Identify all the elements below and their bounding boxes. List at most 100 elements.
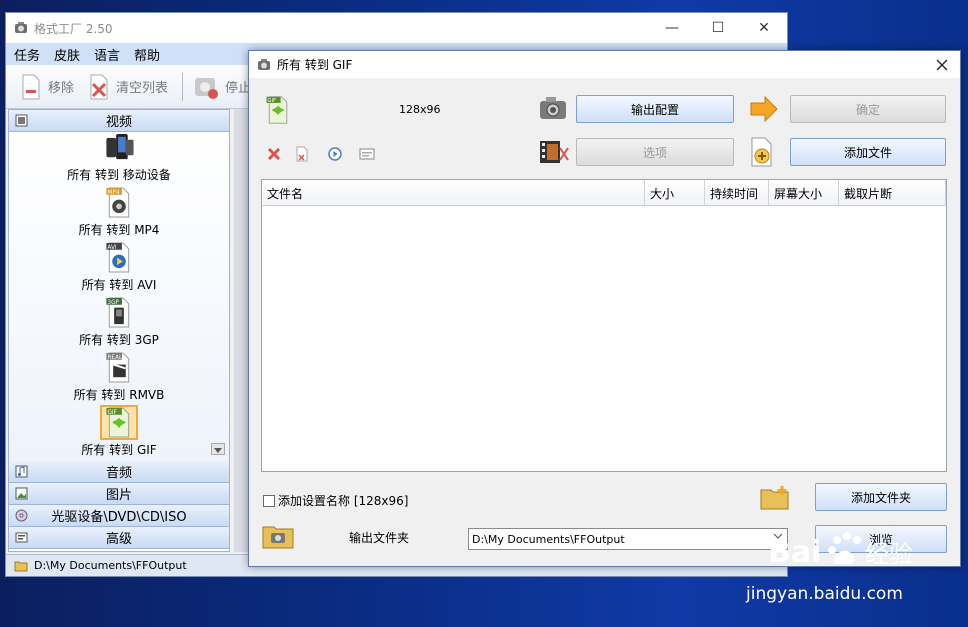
- format-item-gif[interactable]: GIF 所有 转到 GIF: [9, 405, 229, 461]
- output-folder-label: 输出文件夹: [349, 531, 410, 545]
- menu-language[interactable]: 语言: [94, 45, 120, 64]
- status-output-path: D:\My Documents\FFOutput: [34, 559, 187, 572]
- format-item-mobile[interactable]: 所有 转到 移动设备: [9, 132, 229, 187]
- menu-task[interactable]: 任务: [14, 45, 40, 64]
- category-rom[interactable]: 光驱设备\DVD\CD\ISO: [9, 505, 229, 527]
- remove-button[interactable]: 移除: [20, 74, 74, 100]
- remove-icon: [22, 74, 40, 99]
- category-audio[interactable]: 音频: [9, 461, 229, 483]
- window-title: 格式工厂 2.50: [34, 21, 113, 36]
- video-options-icon: [540, 141, 569, 163]
- dialog-title: 所有 转到 GIF: [277, 58, 353, 72]
- clear-icon[interactable]: [295, 146, 309, 162]
- output-size-text: 128x96: [399, 103, 441, 116]
- video-format-list: 所有 转到 移动设备 MP4 所有 转到 MP4 AVI 所有 转到 AVI 3…: [9, 132, 229, 461]
- media-info-icon[interactable]: [359, 147, 375, 161]
- advanced-category-icon: [15, 532, 28, 543]
- clear-list-icon: [90, 74, 108, 99]
- column-size[interactable]: 大小: [645, 180, 705, 206]
- checkbox-box[interactable]: [263, 494, 275, 507]
- category-audio-label: 音频: [105, 466, 132, 481]
- convert-dialog: 所有 转到 GIF GIF 128x96 输出配置 确定 选项 添加文件 文件名…: [248, 50, 961, 567]
- camera-settings-icon: [540, 97, 566, 119]
- clear-list-label: 清空列表: [116, 81, 169, 96]
- scroll-down-button[interactable]: [211, 443, 225, 455]
- close-icon: [936, 59, 948, 70]
- format-item-label: 所有 转到 RMVB: [73, 388, 165, 402]
- column-screen-size[interactable]: 屏幕大小: [769, 180, 839, 206]
- baidu-watermark: Bai 经验 jingyan.baidu.com: [738, 520, 968, 620]
- output-config-button[interactable]: 输出配置: [576, 95, 734, 123]
- column-duration[interactable]: 持续时间: [705, 180, 769, 206]
- format-item-mp4[interactable]: MP4 所有 转到 MP4: [9, 187, 229, 242]
- folder-icon: [14, 561, 28, 571]
- gif-format-icon: GIF: [266, 96, 288, 124]
- format-item-rmvb[interactable]: REAL 所有 转到 RMVB: [9, 352, 229, 407]
- format-item-3gp[interactable]: 3GP 所有 转到 3GP: [9, 297, 229, 352]
- delete-icon[interactable]: [267, 147, 281, 161]
- mobile-device-icon: [106, 133, 134, 160]
- category-advanced[interactable]: 高级: [9, 527, 229, 549]
- watermark-site: jingyan.baidu.com: [746, 584, 903, 604]
- category-video-label: 视频: [105, 115, 132, 130]
- add-file-button[interactable]: 添加文件: [790, 138, 946, 166]
- video-category-icon: [15, 114, 28, 127]
- dialog-titlebar[interactable]: 所有 转到 GIF: [249, 51, 960, 78]
- rmvb-badge-text: REAL: [107, 355, 123, 361]
- stop-button[interactable]: 停止: [193, 74, 251, 100]
- disc-icon: [15, 509, 28, 522]
- stop-icon: [195, 77, 219, 99]
- format-item-label: 所有 转到 3GP: [79, 333, 159, 347]
- baidu-brand-text: Bai: [768, 535, 821, 570]
- category-rom-label: 光驱设备\DVD\CD\ISO: [51, 510, 187, 525]
- add-setting-name-label: 添加设置名称 [128x96]: [278, 494, 409, 508]
- main-titlebar[interactable]: 格式工厂 2.50 — ☐ ✕: [6, 13, 787, 43]
- menu-skin[interactable]: 皮肤: [54, 45, 80, 64]
- 3gp-icon: 3GP: [106, 297, 130, 328]
- add-folder-button[interactable]: 添加文件夹: [815, 483, 947, 511]
- format-factory-icon: [15, 22, 27, 33]
- category-sidebar: 视频 所有 转到 移动设备 MP4 所有 转到 MP4 AVI 所有 转到 AV…: [8, 109, 230, 552]
- arrow-right-icon: [750, 95, 778, 123]
- picture-category-icon: [15, 487, 28, 500]
- gif-badge-text: GIF: [107, 410, 117, 416]
- play-preview-icon[interactable]: [327, 146, 343, 162]
- baidu-brand-text-2: 经验: [865, 540, 913, 568]
- mp4-badge-text: MP4: [107, 190, 119, 196]
- gif-icon: GIF: [100, 405, 138, 440]
- 3gp-badge-text: 3GP: [107, 300, 119, 306]
- category-video[interactable]: 视频: [9, 110, 229, 132]
- category-picture[interactable]: 图片: [9, 483, 229, 505]
- output-folder-value: D:\My Documents\FFOutput: [472, 532, 625, 546]
- dialog-close-button[interactable]: [924, 51, 960, 78]
- output-folder-icon: [262, 526, 294, 549]
- column-filename[interactable]: 文件名: [262, 180, 645, 206]
- minimize-button[interactable]: —: [649, 13, 695, 43]
- format-item-label: 所有 转到 移动设备: [67, 168, 171, 182]
- add-file-icon: [751, 137, 772, 167]
- avi-badge-text: AVI: [107, 245, 117, 251]
- format-factory-icon: [258, 58, 270, 70]
- maximize-button[interactable]: ☐: [695, 13, 741, 43]
- format-item-label: 所有 转到 MP4: [78, 223, 160, 237]
- toolbar-separator: [182, 72, 184, 101]
- add-setting-name-checkbox[interactable]: 添加设置名称 [128x96]: [263, 492, 408, 509]
- table-header: 文件名 大小 持续时间 屏幕大小 截取片断: [262, 180, 946, 206]
- file-list-table[interactable]: 文件名 大小 持续时间 屏幕大小 截取片断: [261, 179, 947, 472]
- category-picture-label: 图片: [105, 488, 132, 503]
- audio-category-icon: [15, 465, 28, 478]
- avi-icon: AVI: [106, 242, 130, 273]
- format-item-avi[interactable]: AVI 所有 转到 AVI: [9, 242, 229, 297]
- options-button[interactable]: 选项: [576, 138, 734, 166]
- dialog-gif-badge-text: GIF: [267, 98, 276, 104]
- menu-help[interactable]: 帮助: [134, 45, 160, 64]
- clear-list-button[interactable]: 清空列表: [88, 74, 168, 100]
- ok-button[interactable]: 确定: [790, 95, 946, 123]
- format-item-label: 所有 转到 AVI: [81, 278, 157, 292]
- format-item-label: 所有 转到 GIF: [81, 443, 157, 457]
- column-clip[interactable]: 截取片断: [839, 180, 946, 206]
- add-folder-icon: [760, 486, 789, 510]
- close-button[interactable]: ✕: [741, 13, 787, 43]
- category-advanced-label: 高级: [105, 532, 132, 547]
- remove-label: 移除: [48, 81, 75, 96]
